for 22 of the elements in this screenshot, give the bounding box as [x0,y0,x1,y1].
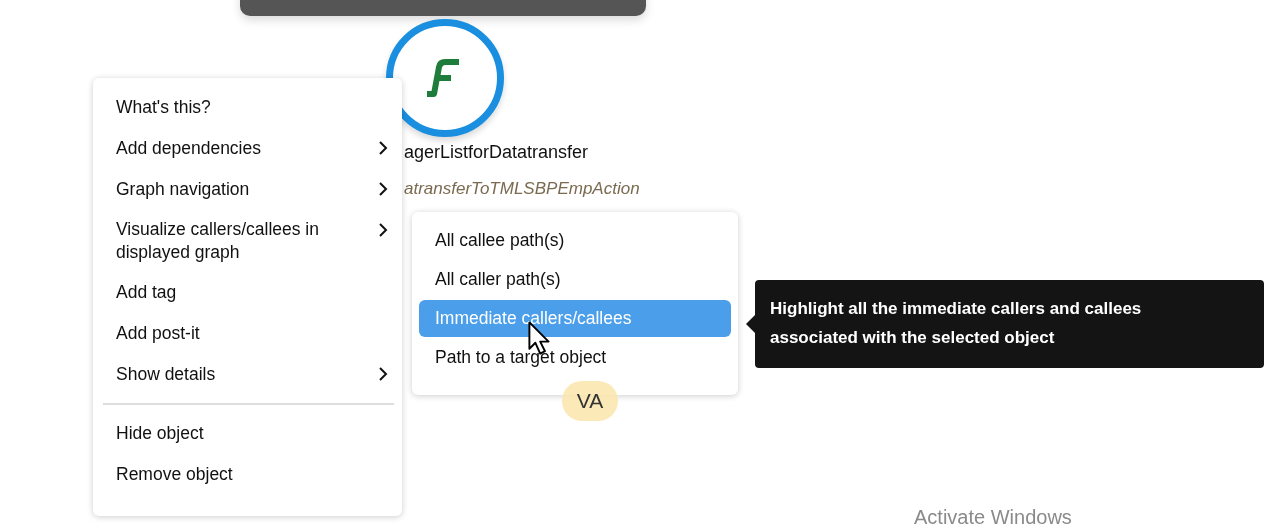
user-avatar: VA [562,381,618,421]
menu-item[interactable]: Add tag [93,272,402,313]
menu-item[interactable]: All callee path(s) [419,222,731,259]
chevron-right-icon [378,181,388,197]
chevron-right-icon [378,222,388,238]
tooltip-pointer-icon [746,315,755,333]
chevron-right-icon [378,366,388,382]
tooltip: Highlight all the immediate callers and callees associated with the selected object [755,280,1264,368]
menu-item[interactable]: Path to a target object [419,339,731,376]
menu-item[interactable]: Show details [93,354,402,395]
chevron-right-icon [378,140,388,156]
menu-item[interactable]: Remove object [93,454,402,495]
menu-item[interactable]: What's this? [93,87,402,128]
node-subtitle: atransferToTMLSBPEmpAction [404,179,640,199]
activation-notice: Activate Windows [914,506,1072,529]
menu-item[interactable]: Add dependencies [93,128,402,169]
menu-item[interactable]: All caller path(s) [419,261,731,298]
menu-item[interactable]: Add post-it [93,313,402,354]
node-label: agerListforDatatransfer [404,142,589,163]
menu-item[interactable]: Visualize callers/callees in displayed graph [93,210,402,272]
menu-item[interactable]: Hide object [93,413,402,454]
menu-item[interactable]: Graph navigation [93,169,402,210]
